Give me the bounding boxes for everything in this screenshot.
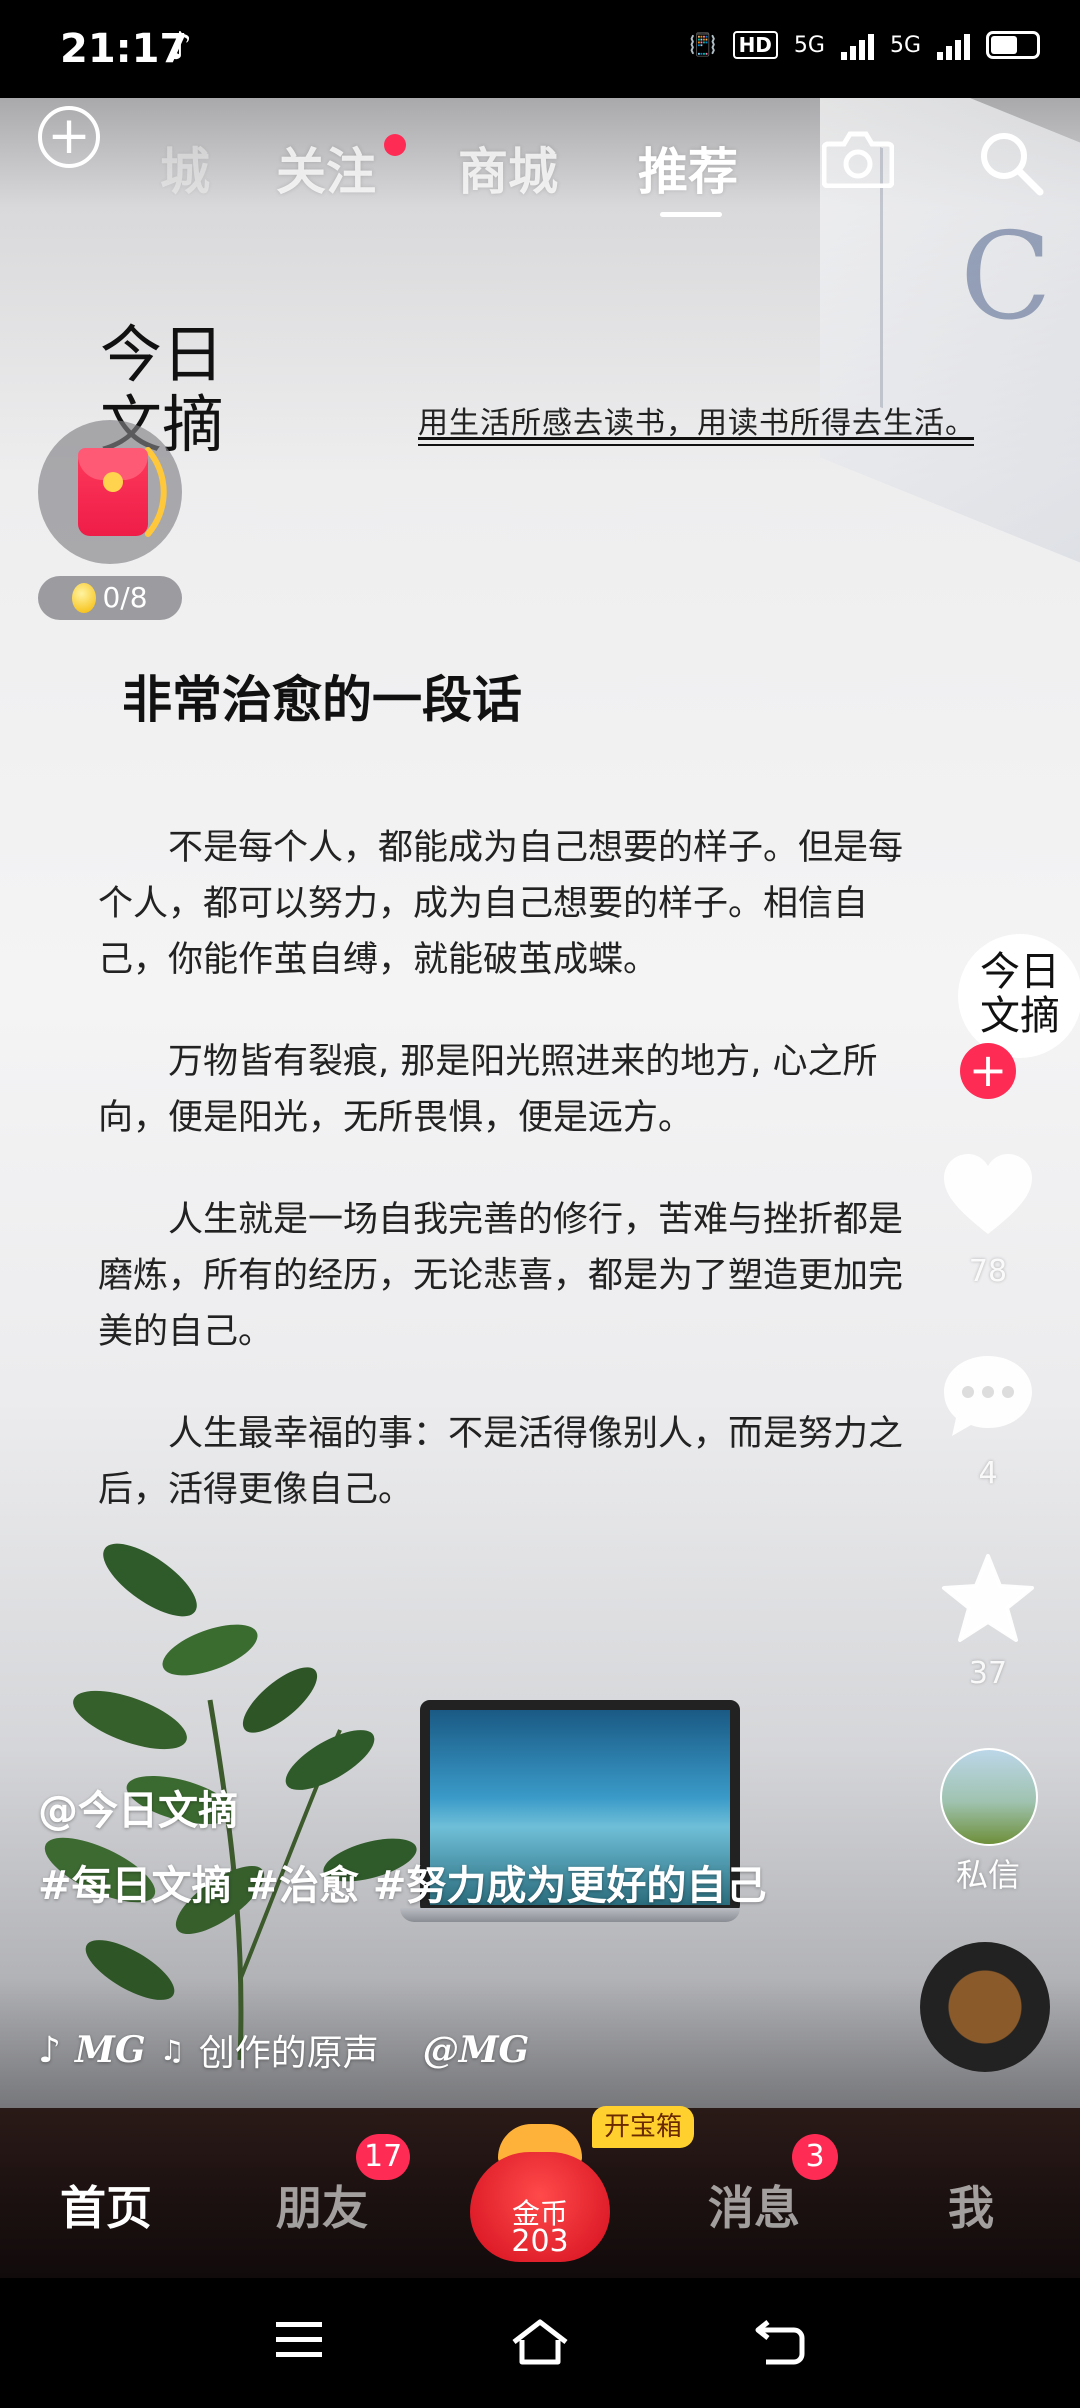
author-avatar[interactable]: 今日 文摘 — [958, 934, 1080, 1058]
battery-icon — [986, 31, 1040, 59]
messages-badge: 3 — [792, 2134, 838, 2180]
dm-avatar[interactable] — [940, 1748, 1038, 1846]
article-paragraph: 人生就是一场自我完善的修行，苦难与挫折都是磨炼，所有的经历，无论悲喜，都是为了塑… — [98, 1200, 904, 1352]
camera-icon[interactable] — [822, 130, 894, 188]
tab-messages[interactable]: 消息 — [708, 2172, 800, 2238]
motto-underline-2 — [418, 444, 974, 446]
tab-mall[interactable]: 商城 — [458, 132, 558, 204]
book-cover-letter: C — [960, 208, 1052, 347]
music-note-icon: ♫ — [159, 2033, 185, 2067]
add-icon[interactable]: + — [38, 106, 100, 168]
hashtags[interactable]: #每日文摘 #治愈 #努力成为更好的自己 — [38, 1856, 778, 1916]
signal-icon-1 — [840, 30, 874, 60]
like-heart-icon[interactable] — [940, 1150, 1036, 1240]
gold-egg-icon — [72, 583, 97, 613]
article-paragraph: 人生最幸福的事：不是活得像别人，而是努力之后，活得更像自己。 — [98, 1414, 904, 1510]
coin-bag-button[interactable]: 金币 203 — [470, 2112, 610, 2262]
signal-icon-2 — [937, 30, 970, 60]
network-5g-label-2: 5G — [889, 32, 921, 58]
network-5g-label-1: 5G — [793, 32, 825, 58]
author-avatar-line2: 文摘 — [980, 993, 1060, 1039]
music-author: @MG — [422, 2029, 530, 2071]
motto-underline — [418, 437, 974, 440]
hd-label: HD — [732, 31, 778, 59]
tab-home[interactable]: 首页 — [60, 2172, 152, 2238]
back-icon[interactable] — [754, 2318, 806, 2366]
favorite-count: 37 — [968, 1656, 1008, 1691]
tab-following[interactable]: 关注 — [276, 132, 376, 204]
red-envelope-icon — [78, 448, 148, 536]
favorite-star-icon[interactable] — [940, 1552, 1036, 1644]
laptop-image — [400, 1700, 740, 2000]
music-logo-text: MG — [74, 2029, 146, 2071]
status-indicators: 📳 HD 5G 5G — [689, 30, 1040, 60]
author-avatar-line1: 今日 — [980, 949, 1060, 995]
friends-badge: 17 — [356, 2134, 411, 2180]
tab-recommend[interactable]: 推荐 — [638, 132, 738, 204]
following-notification-dot — [384, 134, 406, 156]
coin-count: 203 — [511, 2224, 569, 2259]
music-info[interactable]: ♪ MG ♫ 创作的原声 @MG — [38, 2024, 529, 2076]
tiktok-music-icon: ♪ — [38, 2029, 61, 2071]
brand-logo-line1: 今日 — [100, 318, 225, 391]
reward-progress: 0/8 — [38, 576, 182, 620]
comment-count: 4 — [978, 1456, 998, 1491]
menu-icon[interactable] — [274, 2318, 324, 2362]
music-title: 创作的原声 — [198, 2033, 379, 2074]
article-paragraph: 万物皆有裂痕, 那是阳光照进来的地方, 心之所向，便是阳光，无所畏惧，便是远方。 — [98, 1042, 878, 1138]
article-title: 非常治愈的一段话 — [122, 671, 522, 729]
search-icon[interactable] — [976, 128, 1046, 198]
tab-me[interactable]: 我 — [948, 2172, 994, 2238]
comment-icon[interactable] — [940, 1350, 1036, 1440]
active-tab-indicator — [660, 212, 722, 217]
article-paragraph: 不是每个人，都能成为自己想要的样子。但是每个人，都可以努力，成为自己想要的样子。… — [98, 828, 904, 980]
article-body: 不是每个人，都能成为自己想要的样子。但是每个人，都可以努力，成为自己想要的样子。… — [98, 820, 930, 1564]
author-handle[interactable]: @今日文摘 — [38, 1778, 238, 1836]
tab-friends[interactable]: 朋友 — [276, 2172, 368, 2238]
dm-label[interactable]: 私信 — [936, 1850, 1040, 1896]
motto-text: 用生活所感去读书，用读书所得去生活。 — [418, 406, 976, 441]
reward-progress-text: 0/8 — [102, 581, 148, 614]
home-icon[interactable] — [510, 2318, 570, 2366]
music-disc-icon[interactable] — [920, 1942, 1050, 2072]
status-bar: 21:17 ♪ 📳 HD 5G 5G — [0, 0, 1080, 98]
like-count: 78 — [968, 1254, 1008, 1289]
tab-partial-city[interactable]: 城 — [160, 132, 210, 204]
tiktok-notification-icon: ♪ — [168, 24, 193, 68]
treasure-box-label[interactable]: 开宝箱 — [592, 2106, 695, 2148]
follow-button[interactable]: + — [960, 1043, 1016, 1099]
vibrate-icon: 📳 — [689, 32, 717, 58]
